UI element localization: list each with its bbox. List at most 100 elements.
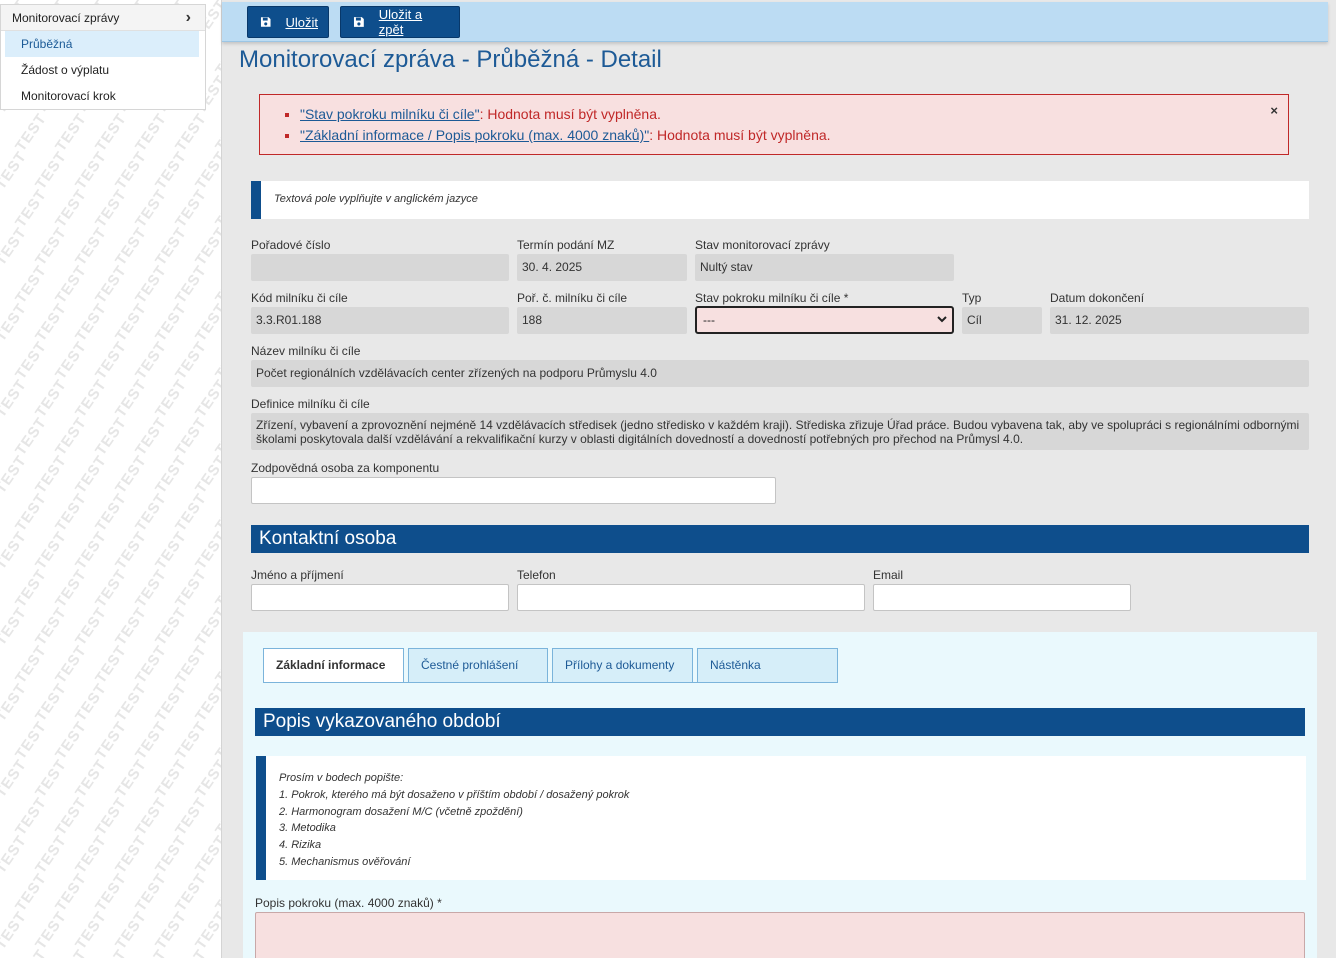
watermark-text: TEST [12, 870, 51, 915]
watermark-text: TEST [0, 376, 31, 421]
por-c-milniku-field: 188 [517, 307, 687, 334]
contact-name-input[interactable] [251, 584, 509, 611]
watermark-text: TEST [72, 604, 111, 649]
watermark-text: TEST [0, 680, 31, 725]
hint-line: 5. Mechanismus ověřování [279, 855, 411, 868]
watermark-text: TEST [212, 946, 221, 958]
watermark-text: TEST [132, 110, 171, 155]
popis-pokroku-textarea[interactable] [255, 912, 1305, 958]
stav-pokroku-value: --- [703, 313, 715, 327]
watermark-text: TEST [112, 832, 151, 877]
main-content: Uložit Uložit a zpět Monitorovací zpráva… [222, 0, 1336, 958]
watermark-text: TEST [12, 262, 51, 307]
termin-podani-field: 30. 4. 2025 [517, 254, 687, 281]
tab-zakladni-informace[interactable]: Základní informace [263, 648, 404, 682]
stav-pokroku-select[interactable]: --- [695, 306, 954, 334]
watermark-text: TEST [32, 680, 71, 725]
sidebar-item-zadost-o-vyplatu[interactable]: Žádost o výplatu [1, 57, 205, 83]
validation-error-box: "Stav pokroku milníku či cíle": Hodnota … [259, 94, 1289, 155]
watermark-text: TEST [72, 224, 111, 269]
watermark-text: TEST [0, 452, 31, 497]
info-note: Textová pole vyplňujte v anglickém jazyc… [251, 181, 1309, 219]
typ-label: Typ [962, 291, 982, 305]
tab-cestne-prohlaseni[interactable]: Čestné prohlášení [408, 648, 548, 682]
watermark-text: TEST [32, 224, 71, 269]
kod-milniku-label: Kód milníku či cíle [251, 291, 348, 305]
watermark-text: TEST [152, 680, 191, 725]
watermark-text: TEST [32, 528, 71, 573]
stav-zpravy-field: Nultý stav [695, 254, 954, 281]
period-hint-box: Prosím v bodech popište: 1. Pokrok, kter… [256, 756, 1306, 880]
watermark-text: TEST [92, 718, 131, 763]
watermark-text: TEST [52, 870, 91, 915]
sidebar-item-prubezna[interactable]: Průběžná [5, 31, 199, 57]
error-link-popis-pokroku[interactable]: "Základní informace / Popis pokroku (max… [300, 127, 649, 143]
contact-phone-input[interactable] [517, 584, 865, 611]
save-button-label: Uložit [285, 14, 318, 30]
sidebar-header[interactable]: Monitorovací zprávy › [1, 5, 205, 31]
period-section-heading: Popis vykazovaného období [255, 708, 1305, 736]
hint-line: Prosím v bodech popište: [279, 772, 404, 784]
watermark-text: TEST [172, 870, 211, 915]
chevron-right-icon: › [185, 8, 191, 26]
watermark-text: TEST [0, 528, 31, 573]
sidebar-item-label: Žádost o výplatu [21, 63, 110, 77]
nazev-milniku-field: Počet regionálních vzdělávacích center z… [251, 360, 1309, 387]
contact-email-input[interactable] [873, 584, 1131, 611]
por-c-milniku-label: Poř. č. milníku či cíle [517, 291, 628, 305]
watermark-text: TEST [12, 338, 51, 383]
watermark-text: TEST [92, 262, 131, 307]
watermark-text: TEST [132, 794, 171, 839]
watermark-text: TEST [172, 186, 211, 231]
watermark-text: TEST [32, 376, 71, 421]
watermark-text: TEST [52, 490, 91, 535]
watermark-text: TEST [52, 186, 91, 231]
watermark-area: TEST TEST TEST TEST TEST TEST TEST TEST TEST TEST… [0, 0, 222, 958]
zodpovedna-osoba-input[interactable] [251, 477, 776, 504]
watermark-text: TEST [0, 832, 31, 877]
error-item: "Stav pokroku milníku či cíle": Hodnota … [300, 104, 1288, 125]
watermark-text: TEST [152, 756, 191, 801]
watermark-text: TEST [92, 870, 131, 915]
watermark-text: TEST [152, 452, 191, 497]
watermark-text: TEST [12, 566, 51, 611]
watermark-text: TEST [72, 148, 111, 193]
save-and-back-button[interactable]: Uložit a zpět [340, 6, 460, 38]
definice-milniku-field: Zřízení, vybavení a zprovoznění nejméně … [251, 413, 1309, 450]
tab-prilohy-a-dokumenty[interactable]: Přílohy a dokumenty [552, 648, 693, 682]
watermark-text: TEST [32, 148, 71, 193]
watermark-text: TEST [52, 566, 91, 611]
watermark-text: TEST [72, 908, 111, 953]
watermark-text: TEST [12, 642, 51, 687]
sidebar-item-monitorovaci-krok[interactable]: Monitorovací krok [1, 83, 205, 109]
tab-nastenka[interactable]: Nástěnka [697, 648, 838, 682]
watermark-text: TEST [132, 642, 171, 687]
error-link-stav-pokroku[interactable]: "Stav pokroku milníku či cíle" [300, 106, 480, 122]
watermark-text: TEST [152, 300, 191, 345]
watermark-text: TEST [0, 908, 31, 953]
watermark-text: TEST [32, 452, 71, 497]
error-item: "Základní informace / Popis pokroku (max… [300, 125, 1288, 146]
tabs-panel: Základní informace Čestné prohlášení Pří… [243, 632, 1317, 958]
tabs-divider [263, 682, 838, 683]
watermark-text: TEST [0, 756, 31, 801]
watermark-text: TEST [152, 224, 191, 269]
close-icon[interactable]: × [1270, 103, 1278, 118]
hint-line: 4. Rizika [279, 839, 322, 852]
contact-email-label: Email [873, 568, 904, 582]
watermark-text: TEST [52, 414, 91, 459]
save-button[interactable]: Uložit [247, 6, 329, 38]
watermark-text: TEST [92, 794, 131, 839]
watermark-text: TEST [12, 718, 51, 763]
watermark-text: TEST [72, 832, 111, 877]
watermark-text: TEST [72, 376, 111, 421]
page-title: Monitorovací zpráva - Průběžná - Detail [239, 46, 662, 73]
watermark-text: TEST [52, 262, 91, 307]
watermark-text: TEST [132, 262, 171, 307]
watermark-text: TEST [92, 186, 131, 231]
watermark-text: TEST [0, 604, 31, 649]
watermark-text: TEST [52, 718, 91, 763]
watermark-text: TEST [32, 756, 71, 801]
zodpovedna-osoba-label: Zodpovědná osoba za komponentu [251, 461, 440, 475]
watermark-text: TEST [152, 376, 191, 421]
